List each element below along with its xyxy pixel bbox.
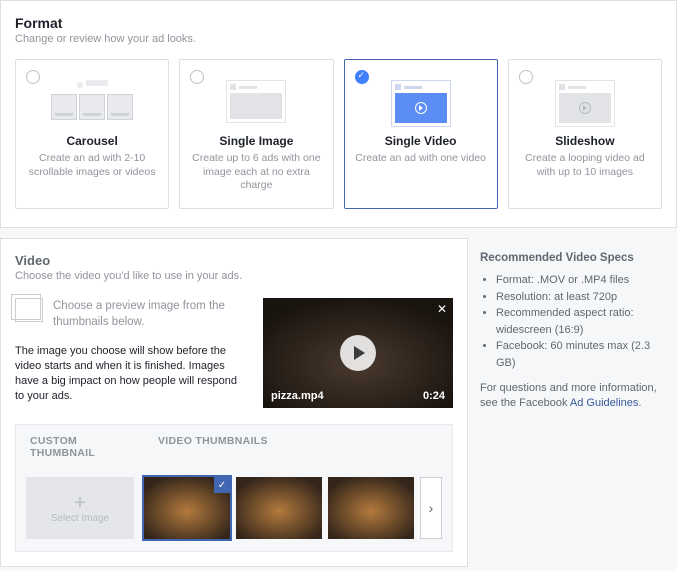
radio-unchecked-icon xyxy=(26,70,40,84)
video-filename: pizza.mp4 xyxy=(271,390,324,402)
format-option-desc: Create an ad with 2-10 scrollable images… xyxy=(26,152,158,179)
preview-text-col: Choose a preview image from the thumbnai… xyxy=(15,298,249,404)
play-icon xyxy=(579,102,591,114)
play-button-icon[interactable] xyxy=(340,335,376,371)
specs-list: Format: .MOV or .MP4 files Resolution: a… xyxy=(480,272,667,371)
format-title: Format xyxy=(15,15,662,31)
specs-item: Facebook: 60 minutes max (2.3 GB) xyxy=(496,338,667,371)
format-subtitle: Change or review how your ad looks. xyxy=(15,33,662,45)
slideshow-illustration xyxy=(540,80,630,126)
thumbnail-section: CUSTOM THUMBNAIL VIDEO THUMBNAILS + Sele… xyxy=(15,424,453,552)
format-option-desc: Create a looping video ad with up to 10 … xyxy=(519,152,651,179)
specs-panel: Recommended Video Specs Format: .MOV or … xyxy=(478,238,677,567)
format-option-desc: Create an ad with one video xyxy=(355,152,487,166)
preview-instruction-text: Choose a preview image from the thumbnai… xyxy=(53,298,249,330)
single-video-illustration xyxy=(376,80,466,126)
carousel-illustration xyxy=(47,80,137,126)
specs-item: Format: .MOV or .MP4 files xyxy=(496,272,667,289)
specs-item: Resolution: at least 720p xyxy=(496,289,667,306)
thumbnail-stack-icon xyxy=(15,298,43,322)
specs-item: Recommended aspect ratio: widescreen (16… xyxy=(496,305,667,338)
video-player[interactable]: ✕ pizza.mp4 0:24 xyxy=(263,298,453,408)
format-panel: Format Change or review how your ad look… xyxy=(0,0,677,228)
video-title: Video xyxy=(15,253,453,268)
radio-unchecked-icon xyxy=(519,70,533,84)
format-options-row: Carousel Create an ad with 2-10 scrollab… xyxy=(15,59,662,209)
specs-title: Recommended Video Specs xyxy=(480,252,667,264)
video-thumbnail-2[interactable] xyxy=(236,477,322,539)
custom-thumbnail-label: Select Image xyxy=(51,513,109,524)
format-option-single-video[interactable]: Single Video Create an ad with one video xyxy=(344,59,498,209)
format-option-desc: Create up to 6 ads with one image each a… xyxy=(190,152,322,193)
tab-custom-thumbnail[interactable]: CUSTOM THUMBNAIL xyxy=(16,425,144,469)
format-option-title: Slideshow xyxy=(519,134,651,148)
ad-guidelines-link[interactable]: Ad Guidelines xyxy=(570,397,639,409)
preview-note: The image you choose will show before th… xyxy=(15,344,249,403)
format-option-single-image[interactable]: Single Image Create up to 6 ads with one… xyxy=(179,59,333,209)
format-option-slideshow[interactable]: Slideshow Create a looping video ad with… xyxy=(508,59,662,209)
radio-unchecked-icon xyxy=(190,70,204,84)
format-option-title: Single Image xyxy=(190,134,322,148)
preview-row: Choose a preview image from the thumbnai… xyxy=(15,298,453,408)
chevron-right-icon: › xyxy=(429,500,434,516)
radio-checked-icon xyxy=(355,70,369,84)
tab-video-thumbnails[interactable]: VIDEO THUMBNAILS xyxy=(144,425,282,469)
preview-instruction: Choose a preview image from the thumbnai… xyxy=(15,298,249,330)
close-icon[interactable]: ✕ xyxy=(437,302,447,316)
lower-section: Video Choose the video you'd like to use… xyxy=(0,238,677,567)
thumbnail-tabs: CUSTOM THUMBNAIL VIDEO THUMBNAILS xyxy=(16,425,452,469)
plus-icon: + xyxy=(74,493,86,513)
single-image-illustration xyxy=(211,80,301,126)
video-thumbnail-1[interactable] xyxy=(144,477,230,539)
thumbnail-body: + Select Image › xyxy=(16,469,452,551)
video-subtitle: Choose the video you'd like to use in yo… xyxy=(15,270,453,282)
play-icon xyxy=(415,102,427,114)
specs-note-suffix: . xyxy=(638,397,641,409)
video-duration: 0:24 xyxy=(423,390,445,402)
format-option-title: Carousel xyxy=(26,134,158,148)
specs-note: For questions and more information, see … xyxy=(480,381,667,412)
video-panel: Video Choose the video you'd like to use… xyxy=(0,238,468,567)
video-thumbnail-3[interactable] xyxy=(328,477,414,539)
custom-thumbnail-upload[interactable]: + Select Image xyxy=(26,477,134,539)
video-thumbnails-list: › xyxy=(144,477,442,539)
format-option-title: Single Video xyxy=(355,134,487,148)
thumbnails-next-button[interactable]: › xyxy=(420,477,442,539)
format-option-carousel[interactable]: Carousel Create an ad with 2-10 scrollab… xyxy=(15,59,169,209)
